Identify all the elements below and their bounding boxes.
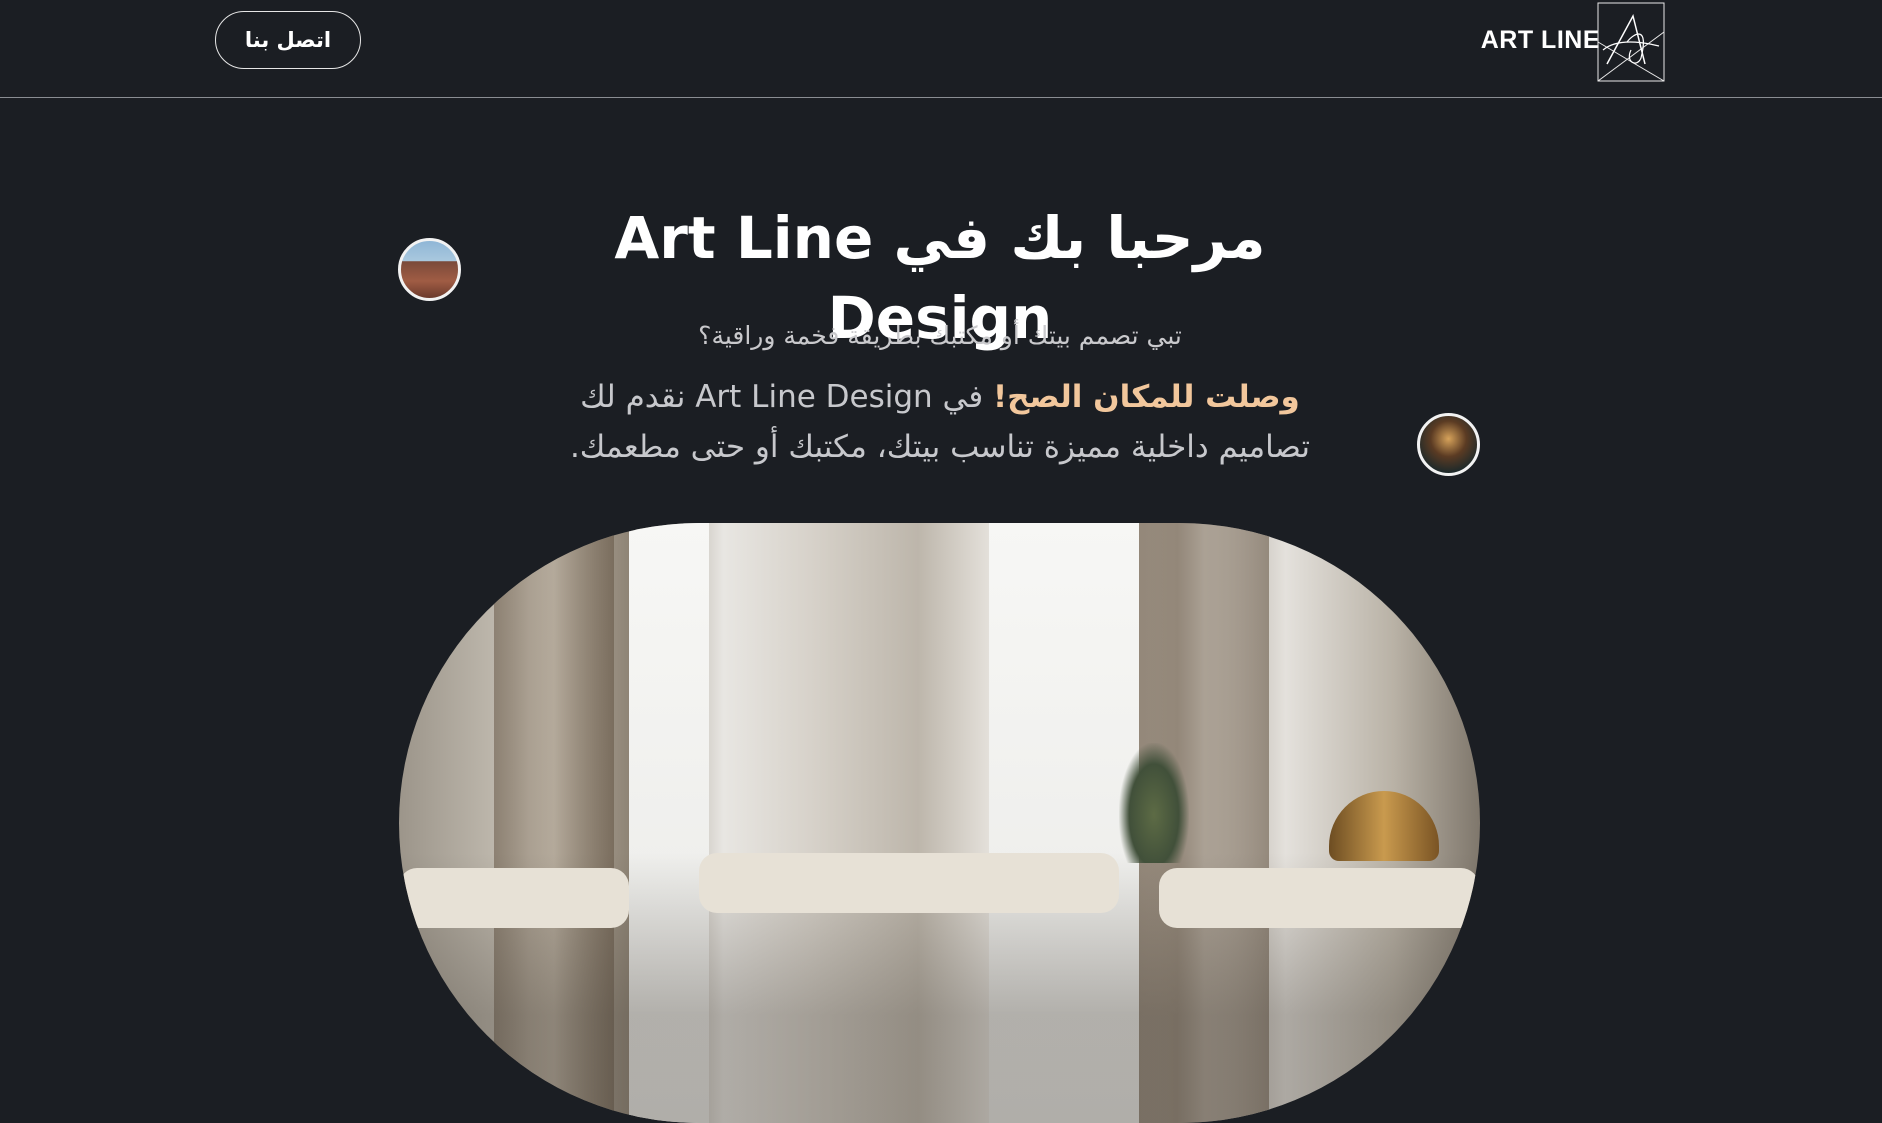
lead-text: في Art Line Design نقدم لك (580, 379, 994, 415)
contact-us-button[interactable]: اتصل بنا (215, 11, 361, 69)
hero-lead: وصلت للمكان الصح! في Art Line Design نقد… (450, 372, 1430, 472)
site-header: اتصل بنا ART LINE (0, 0, 1882, 98)
brand-name[interactable]: ART LINE (1440, 20, 1600, 60)
lead-highlight: وصلت للمكان الصح! (993, 379, 1300, 415)
sofa-decor (399, 868, 629, 928)
lead-text-line2: تصاميم داخلية مميزة تناسب بيتك، مكتبك أو… (569, 429, 1311, 465)
avatar (1417, 413, 1480, 476)
hero-subtitle: تبي تصمم بيتك أو مكتبك بطريقة فخمة وراقي… (698, 321, 1182, 350)
hero-image (399, 523, 1480, 1123)
avatar (398, 238, 461, 301)
lamp-decor (1329, 791, 1439, 861)
sofa-decor (1159, 868, 1479, 928)
hero-title: مرحبا بك في Art Line Design (614, 204, 1266, 352)
sofa-decor (699, 853, 1119, 913)
art-line-logo-icon[interactable] (1597, 2, 1665, 82)
plant-decor (1119, 743, 1189, 863)
